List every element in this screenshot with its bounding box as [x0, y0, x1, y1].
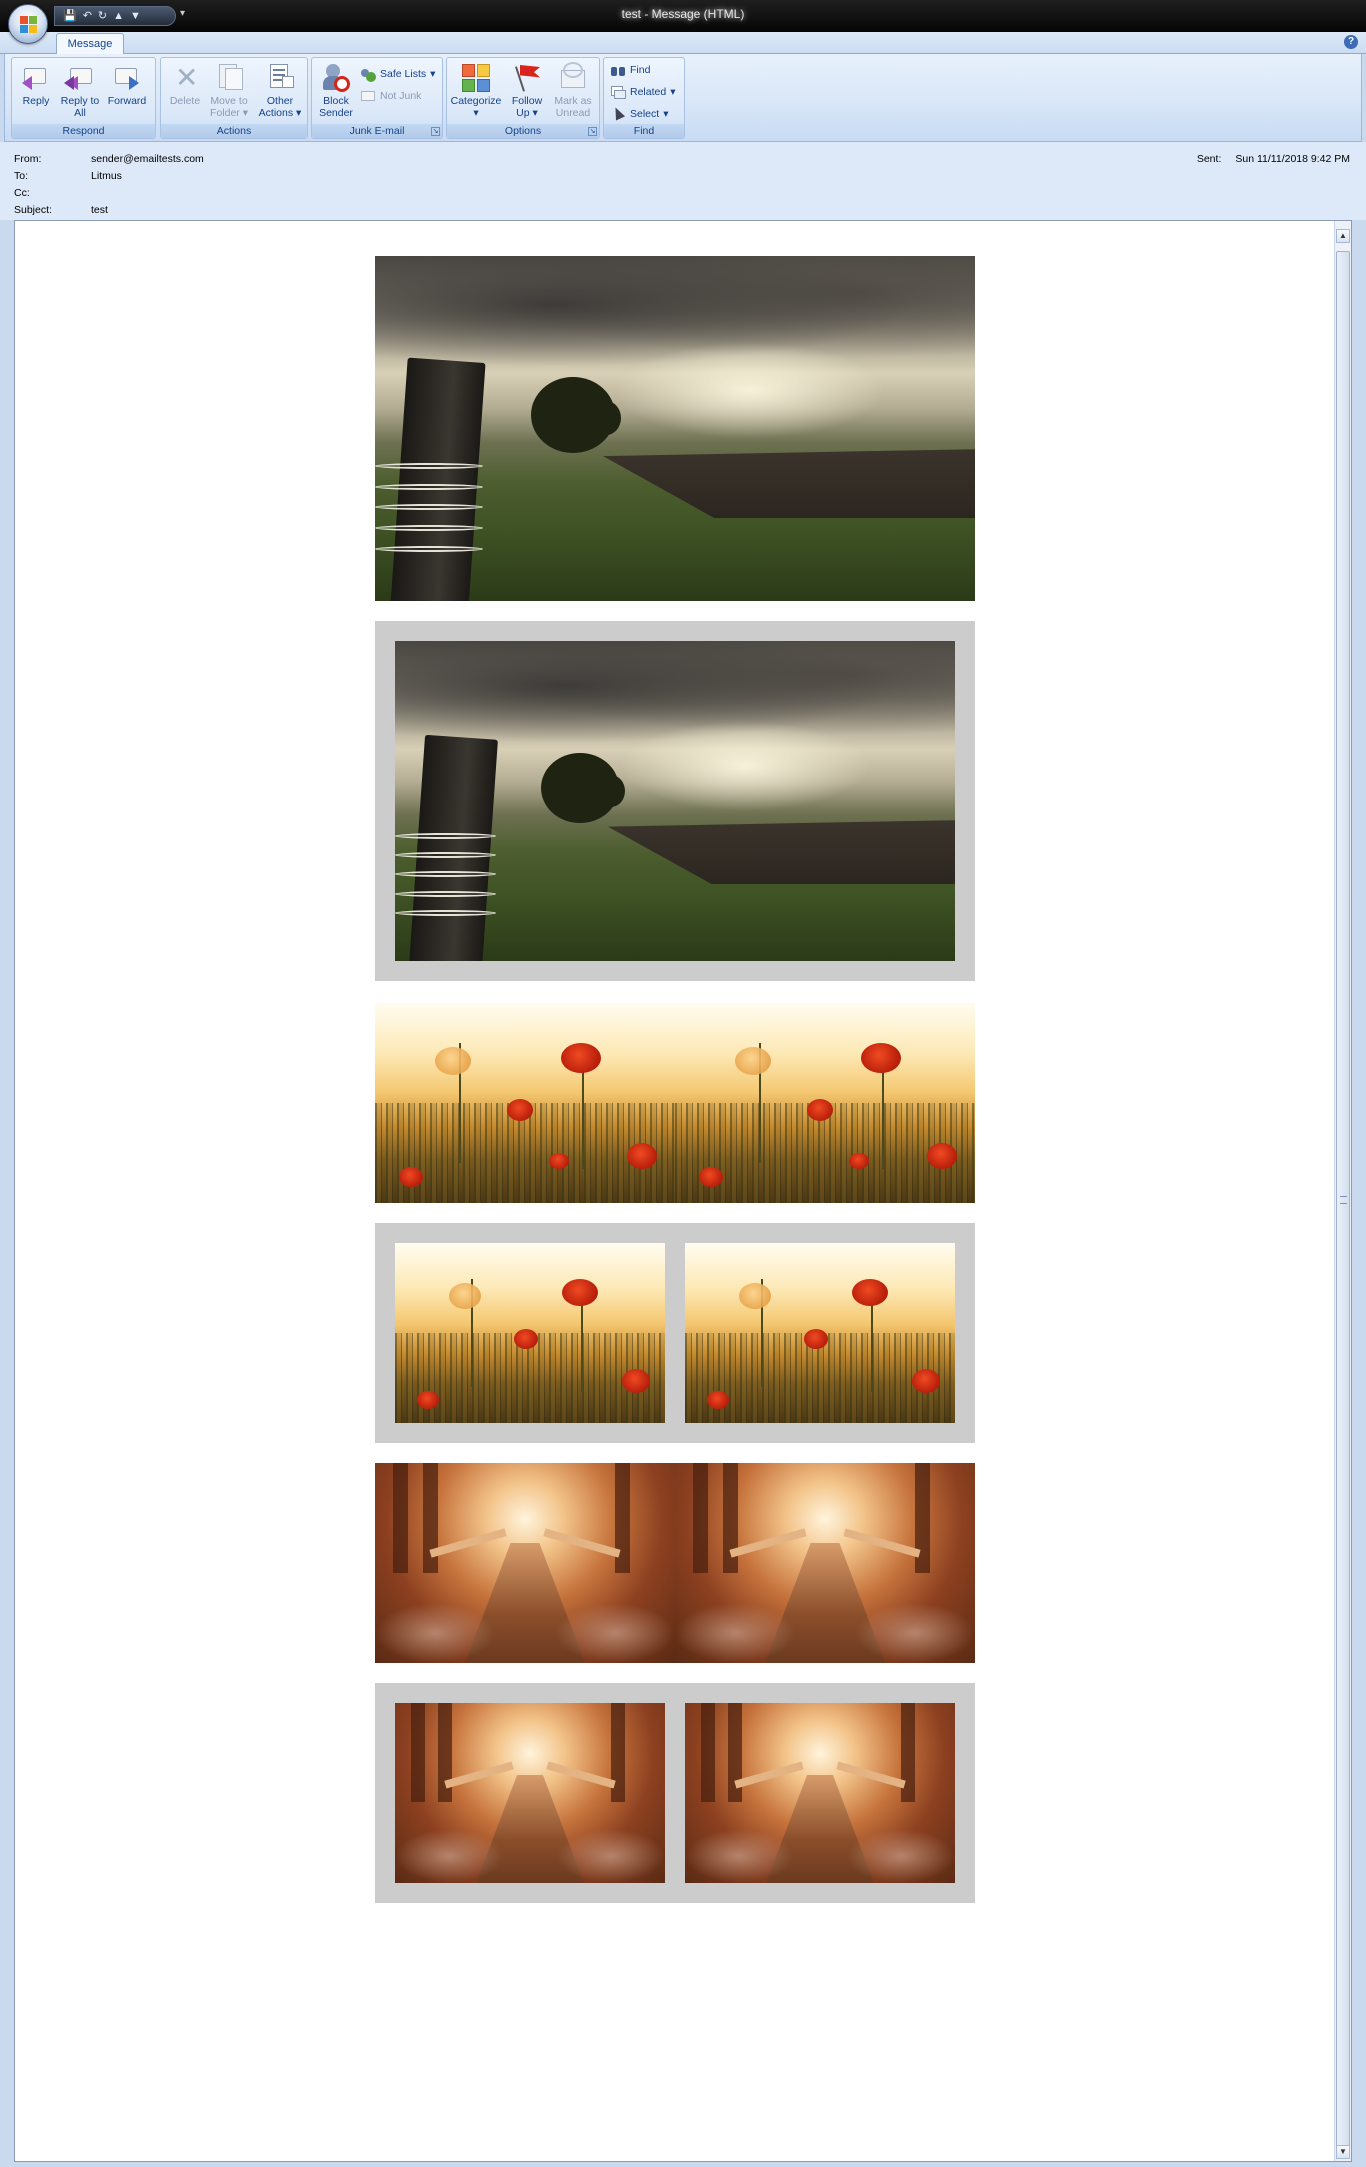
scrollbar-thumb[interactable]	[1336, 251, 1350, 2147]
reply-icon	[20, 62, 52, 94]
window-title: test - Message (HTML)	[621, 7, 745, 21]
block-sender-button[interactable]: Block Sender	[314, 60, 358, 124]
cursor-icon	[610, 105, 626, 122]
bridge-frame	[375, 1683, 975, 1903]
scroll-up-icon[interactable]: ▲	[1336, 229, 1350, 243]
office-logo-icon	[20, 16, 38, 34]
options-launcher-icon[interactable]: ↘	[588, 127, 597, 136]
message-body[interactable]: ▲ ▼	[14, 220, 1352, 2162]
block-sender-icon	[320, 62, 352, 94]
landscape-frame	[375, 621, 975, 981]
binoculars-icon	[610, 62, 626, 78]
follow-up-button[interactable]: Follow Up ▾	[505, 60, 549, 124]
help-icon[interactable]: ?	[1344, 35, 1358, 49]
respond-group-label: Respond	[12, 124, 155, 138]
bridge-image-left	[375, 1463, 675, 1663]
reply-all-icon	[64, 62, 96, 94]
tab-message[interactable]: Message	[56, 33, 124, 55]
scroll-down-icon[interactable]: ▼	[1336, 2145, 1350, 2159]
delete-button[interactable]: ✕ Delete	[163, 60, 207, 124]
office-button[interactable]	[8, 4, 48, 44]
scrollbar-grip-icon	[1340, 1196, 1347, 1204]
poppy-framed-image-left	[395, 1243, 665, 1423]
other-actions-button[interactable]: Other Actions ▾	[255, 60, 305, 124]
delete-icon: ✕	[175, 62, 199, 93]
landscape-image	[375, 256, 975, 601]
related-button[interactable]: Related ▾	[610, 82, 675, 102]
sent-info: Sent: Sun 11/11/2018 9:42 PM	[1196, 153, 1350, 165]
to-value[interactable]: Litmus	[91, 170, 122, 182]
safe-lists-button[interactable]: Safe Lists ▾	[360, 64, 435, 84]
junk-email-group: Block Sender Safe Lists ▾ Not Junk Junk E…	[311, 57, 443, 139]
bridge-framed-image-left	[395, 1703, 665, 1883]
sent-date: Sun 11/11/2018 9:42 PM	[1235, 153, 1350, 165]
options-group-label: Options	[447, 124, 599, 138]
move-to-folder-button[interactable]: Move to Folder ▾	[207, 60, 251, 124]
reply-button[interactable]: Reply	[14, 60, 58, 124]
forward-button[interactable]: Forward	[102, 60, 152, 124]
poppy-frame	[375, 1223, 975, 1443]
landscape-framed-image	[395, 641, 955, 961]
select-button[interactable]: Select ▾	[610, 104, 668, 124]
flag-icon	[511, 62, 543, 94]
bridge-image-right	[675, 1463, 975, 1663]
junk-email-launcher-icon[interactable]: ↘	[431, 127, 440, 136]
options-group: Categorize ▾ Follow Up ▾ Mark as Unread O…	[446, 57, 600, 139]
envelope-icon	[557, 62, 589, 94]
from-value[interactable]: sender@emailtests.com	[91, 153, 204, 165]
find-button[interactable]: Find	[610, 60, 650, 80]
mark-as-unread-button[interactable]: Mark as Unread	[551, 60, 595, 124]
title-bar: 💾 ↶ ↻ ▲ ▼ ▾ test - Message (HTML)	[0, 0, 1366, 32]
find-group: Find Related ▾ Select ▾ Find	[603, 57, 685, 139]
categorize-button[interactable]: Categorize ▾	[449, 60, 503, 124]
actions-group-label: Actions	[161, 124, 307, 138]
poppy-image-right	[675, 1003, 975, 1203]
message-header: From: sender@emailtests.com To: Litmus C…	[0, 142, 1366, 220]
find-group-label: Find	[604, 124, 684, 138]
categorize-icon	[460, 62, 492, 94]
subject-value: test	[91, 204, 108, 216]
poppy-image-left	[375, 1003, 675, 1203]
actions-group: ✕ Delete Move to Folder ▾ Other Actions …	[160, 57, 308, 139]
not-junk-icon	[360, 88, 376, 104]
poppy-framed-image-right	[685, 1243, 955, 1423]
not-junk-button[interactable]: Not Junk	[360, 86, 421, 106]
forward-icon	[111, 62, 143, 94]
bridge-framed-image-right	[685, 1703, 955, 1883]
respond-group: Reply Reply to All Forward Respond	[11, 57, 156, 139]
junk-email-group-label: Junk E-mail	[312, 124, 442, 138]
vertical-scrollbar[interactable]: ▲ ▼	[1334, 221, 1351, 2161]
reply-all-button[interactable]: Reply to All	[58, 60, 102, 124]
ribbon-tab-row: Message ?	[0, 32, 1366, 55]
other-actions-icon	[264, 62, 296, 94]
safe-lists-icon	[360, 66, 376, 82]
related-icon	[610, 84, 626, 100]
ribbon: Reply Reply to All Forward Respond ✕ Del…	[4, 54, 1362, 142]
folder-icon	[213, 62, 245, 94]
